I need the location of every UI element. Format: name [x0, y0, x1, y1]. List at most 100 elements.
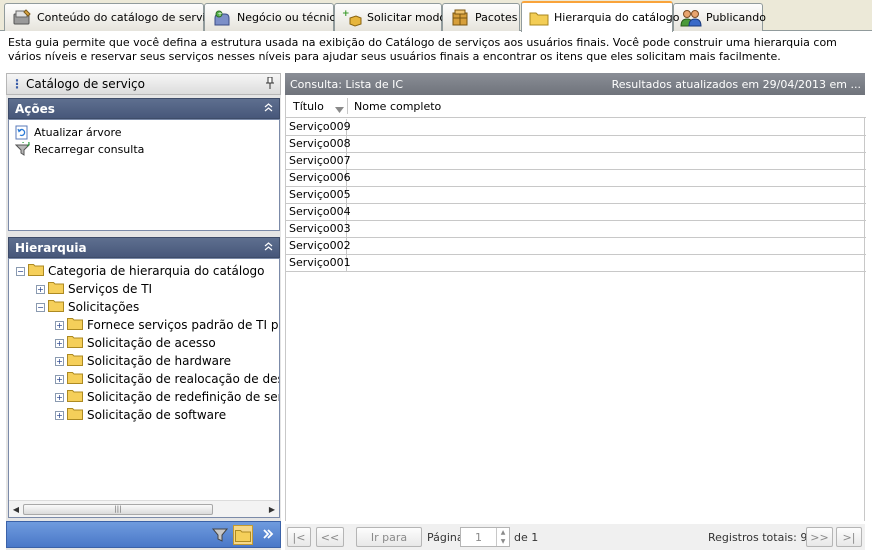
table-row[interactable]: Serviço004 — [286, 204, 866, 221]
previous-page-button[interactable]: << — [316, 527, 344, 547]
actions-panel-header[interactable]: Ações — [8, 98, 280, 119]
page-label: Página — [427, 531, 464, 544]
table-row[interactable]: Serviço008 — [286, 136, 866, 153]
tree-node-root[interactable]: − Categoria de hierarquia do catálogo — [16, 262, 265, 280]
last-page-button[interactable]: >| — [836, 527, 862, 547]
cell-full-name — [347, 119, 866, 135]
cell-full-name — [347, 255, 866, 271]
page-number-value: 1 — [475, 530, 482, 544]
folder-icon — [28, 263, 44, 279]
column-header-full-name[interactable]: Nome completo — [347, 95, 866, 118]
cell-title: Serviço007 — [286, 153, 351, 169]
tree-node-label: Solicitação de acesso — [87, 336, 216, 350]
refresh-tree-action[interactable]: Atualizar árvore — [9, 124, 279, 141]
table-row[interactable]: Serviço006 — [286, 170, 866, 187]
pin-icon[interactable] — [266, 76, 274, 92]
tab-strip: Conteúdo do catálogo de serviço + Negóci… — [0, 0, 872, 32]
hierarchy-panel-body: − Categoria de hierarquia do catálogo + … — [8, 258, 280, 518]
scroll-left-icon[interactable]: ◀ — [9, 505, 23, 514]
tab-catalog-content[interactable]: Conteúdo do catálogo de serviço — [4, 3, 218, 31]
grip-icon[interactable]: ⋮ — [11, 77, 23, 91]
hierarchy-panel-header[interactable]: Hierarquia — [8, 237, 280, 258]
goto-page-button[interactable]: Ir para — [356, 527, 422, 547]
expand-node-icon[interactable]: + — [55, 338, 64, 348]
expand-node-icon[interactable]: + — [55, 356, 64, 366]
table-row[interactable]: Serviço009 — [286, 119, 866, 136]
expand-more-icon[interactable] — [258, 525, 278, 545]
table-row[interactable]: Serviço007 — [286, 153, 866, 170]
collapse-node-icon[interactable]: − — [16, 266, 25, 276]
expand-node-icon[interactable]: + — [55, 374, 64, 384]
cell-title: Serviço004 — [286, 204, 351, 220]
collapse-icon[interactable] — [264, 102, 273, 115]
tree-node-label: Fornece serviços padrão de TI para — [87, 318, 279, 332]
tree-node-label: Categoria de hierarquia do catálogo — [48, 264, 265, 278]
sort-desc-icon[interactable] — [335, 103, 344, 116]
cell-title: Serviço002 — [286, 238, 351, 254]
tree-node-it-services[interactable]: + Serviços de TI — [36, 280, 152, 298]
cell-title: Serviço008 — [286, 136, 351, 152]
collapse-icon[interactable] — [264, 241, 273, 254]
tree-node-label: Solicitação de hardware — [87, 354, 232, 368]
query-label: Consulta: Lista de IC — [290, 77, 404, 91]
tree-node-password-reset[interactable]: + Solicitação de redefinição de senha — [55, 388, 279, 406]
scroll-track[interactable]: ||| — [23, 503, 265, 516]
hierarchy-panel-title: Hierarquia — [15, 240, 87, 255]
tab-label: Negócio ou técnico — [237, 11, 343, 24]
results-grid: Título Nome completo Serviço009 Serviço0… — [285, 95, 866, 521]
filter-icon[interactable] — [210, 525, 230, 545]
cell-full-name — [347, 136, 866, 152]
page-of-label: de 1 — [514, 531, 539, 544]
table-row[interactable]: Serviço003 — [286, 221, 866, 238]
table-row[interactable]: Serviço005 — [286, 187, 866, 204]
tab-label: Publicando — [706, 11, 766, 24]
tree-node-standard-services[interactable]: + Fornece serviços padrão de TI para — [55, 316, 279, 334]
scroll-right-icon[interactable]: ▶ — [265, 505, 279, 514]
reload-query-action[interactable]: Recarregar consulta — [9, 141, 279, 158]
scroll-thumb[interactable]: ||| — [23, 503, 213, 515]
expand-node-icon[interactable]: + — [55, 410, 64, 420]
tab-label: Hierarquia do catálogo — [554, 11, 680, 24]
cell-full-name — [347, 238, 866, 254]
first-page-button[interactable]: |< — [287, 527, 311, 547]
cell-title: Serviço009 — [286, 119, 351, 135]
tree-node-requests[interactable]: − Solicitações — [36, 298, 139, 316]
hierarchy-tree: − Categoria de hierarquia do catálogo + … — [9, 259, 279, 499]
tab-packages[interactable]: Pacotes — [442, 3, 520, 31]
horizontal-scrollbar[interactable]: ◀ ||| ▶ — [9, 500, 279, 517]
folder-view-icon[interactable] — [233, 525, 253, 545]
cell-title: Serviço006 — [286, 170, 351, 186]
svg-text:+: + — [342, 9, 350, 19]
page-spinner-icon[interactable]: ▲ ▼ — [496, 528, 509, 546]
catalog-content-icon — [11, 8, 33, 28]
reload-query-icon — [14, 142, 30, 158]
tree-node-label: Solicitação de realocação de desktc — [87, 372, 279, 386]
actions-panel-body: Atualizar árvore Recarregar consulta — [8, 119, 280, 231]
page-number-input[interactable]: 1 ▲ ▼ — [460, 527, 510, 547]
table-row[interactable]: Serviço002 — [286, 238, 866, 255]
tree-node-hardware-request[interactable]: + Solicitação de hardware — [55, 352, 231, 370]
expand-node-icon[interactable]: + — [55, 392, 64, 402]
tree-node-desktop-relocation[interactable]: + Solicitação de realocação de desktc — [55, 370, 279, 388]
folder-icon — [528, 8, 550, 28]
table-row[interactable]: Serviço001 — [286, 255, 866, 272]
tab-catalog-hierarchy[interactable]: Hierarquia do catálogo — [521, 1, 680, 32]
left-pane-toolbar — [6, 521, 281, 548]
collapse-node-icon[interactable]: − — [36, 302, 45, 312]
page-description: Esta guia permite que você defina a estr… — [8, 36, 837, 63]
tab-publishing[interactable]: Publicando — [673, 3, 766, 31]
column-header-title[interactable]: Título — [286, 95, 347, 118]
left-pane-title: Catálogo de serviço — [26, 77, 145, 91]
tab-request-mode[interactable]: + Solicitar modo — [334, 3, 446, 31]
expand-node-icon[interactable]: + — [55, 320, 64, 330]
tree-node-access-request[interactable]: + Solicitação de acesso — [55, 334, 216, 352]
tab-business-technical[interactable]: + Negócio ou técnico — [204, 3, 342, 31]
cell-full-name — [347, 153, 866, 169]
expand-node-icon[interactable]: + — [36, 284, 45, 294]
tree-node-label: Solicitação de redefinição de senha — [87, 390, 279, 404]
tree-node-software-request[interactable]: + Solicitação de software — [55, 406, 226, 424]
total-records-label: Registros totais: 9 — [708, 531, 808, 544]
request-mode-icon: + — [341, 8, 363, 28]
next-page-button[interactable]: >> — [806, 527, 833, 547]
folder-icon — [67, 389, 83, 405]
